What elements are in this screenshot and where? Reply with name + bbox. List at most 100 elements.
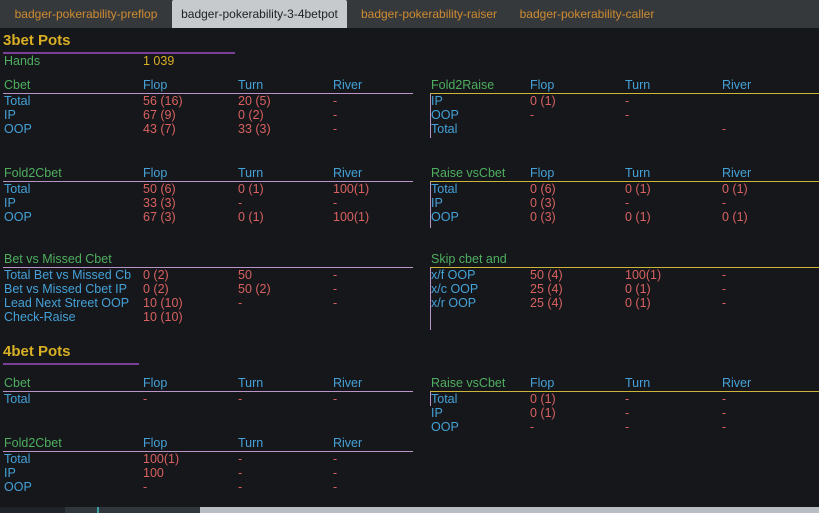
tab-badger-pokerability-caller[interactable]: badger-pokerability-caller	[511, 0, 663, 28]
stat-value: 0 (1)	[530, 406, 556, 420]
stat-value: -	[625, 196, 630, 210]
table-title: Skip cbet and	[431, 252, 507, 266]
stat-value: -	[143, 392, 148, 406]
stat-value: -	[238, 392, 243, 406]
stat-value: 0 (1)	[530, 392, 556, 406]
stat-value: 10 (10)	[143, 310, 183, 324]
stat-value: -	[238, 480, 243, 494]
stat-value: -	[333, 268, 338, 282]
row-label: x/c OOP	[431, 282, 479, 296]
row-label: IP	[431, 406, 443, 420]
stat-value: -	[625, 94, 630, 108]
stat-value: 56 (16)	[143, 94, 183, 108]
table-row: Total 50 (6) 0 (1) 100(1)	[3, 182, 413, 196]
column-header: River	[333, 436, 363, 450]
table-row: IP 0 (3) - -	[430, 196, 819, 210]
section-title-3bet-pots: 3bet Pots	[3, 32, 235, 54]
stat-value: 25 (4)	[530, 296, 563, 310]
section-title-4bet-pots: 4bet Pots	[3, 343, 139, 365]
stat-value: 67 (9)	[143, 108, 176, 122]
stat-value: -	[238, 296, 243, 310]
column-header: Turn	[625, 166, 651, 180]
table-header-row: Fold2Cbet Flop Turn River	[3, 436, 413, 452]
stat-value: -	[530, 108, 535, 122]
table-row: Total - - -	[3, 392, 413, 406]
stat-value: -	[333, 122, 338, 136]
column-header: Flop	[143, 436, 168, 450]
column-header: Turn	[238, 376, 264, 390]
table-left-border	[430, 182, 431, 228]
table-cbet-3bet: Cbet Flop Turn River Total 56 (16) 20 (5) - IP 67…	[3, 78, 413, 136]
stat-value: -	[722, 268, 727, 282]
scrollbar-thumb[interactable]	[200, 507, 819, 513]
stat-value: 50 (2)	[238, 282, 271, 296]
stat-value: -	[530, 420, 535, 434]
tab-badger-pokerability-preflop[interactable]: badger-pokerability-preflop	[0, 0, 172, 28]
table-row: Bet vs Missed Cbet IP 0 (2) 50 (2) -	[3, 282, 413, 296]
tab-badger-pokerability-3-4betpot[interactable]: badger-pokerability-3-4betpot	[172, 0, 347, 28]
table-row: OOP - - -	[3, 480, 413, 494]
table-row: IP 33 (3) - -	[3, 196, 413, 210]
table-left-border	[430, 392, 431, 406]
column-header: Flop	[143, 166, 168, 180]
table-header-row: Bet vs Missed Cbet	[3, 252, 413, 268]
stat-value: -	[333, 452, 338, 466]
stat-value: 0 (1)	[625, 282, 651, 296]
hands-label: Hands	[4, 54, 41, 68]
table-row: Lead Next Street OOP 10 (10) - -	[3, 296, 413, 310]
stat-value: -	[722, 196, 727, 210]
row-label: Total	[4, 392, 31, 406]
table-fold2cbet-3bet: Fold2Cbet Flop Turn River Total 50 (6) 0 (1) 10…	[3, 166, 413, 224]
row-label: Total	[4, 94, 31, 108]
row-label: OOP	[431, 420, 459, 434]
table-row: Check-Raise 10 (10)	[3, 310, 413, 324]
table-row: x/f OOP 50 (4) 100(1) -	[430, 268, 819, 282]
table-title: Fold2Raise	[431, 78, 495, 92]
table-header-row: Fold2Raise Flop Turn River	[430, 78, 819, 94]
table-row: IP 0 (1) -	[430, 94, 819, 108]
column-header: Turn	[238, 78, 264, 92]
table-row: IP 0 (1) - -	[430, 406, 819, 420]
table-title: Fold2Cbet	[4, 166, 62, 180]
table-raise-vscbet-4bet: Raise vsCbet Flop Turn River Total 0 (1) - - IP 0…	[430, 376, 819, 434]
table-title: Raise vsCbet	[431, 166, 506, 180]
column-header: Flop	[530, 376, 555, 390]
table-row: IP 100 - -	[3, 466, 413, 480]
row-label: OOP	[4, 210, 32, 224]
stat-value: 100(1)	[333, 182, 370, 196]
tab-badger-pokerability-raiser[interactable]: badger-pokerability-raiser	[347, 0, 511, 28]
table-left-border	[430, 268, 431, 330]
stat-value: -	[333, 108, 338, 122]
stat-value: -	[333, 296, 338, 310]
stat-value: -	[333, 392, 338, 406]
table-title: Fold2Cbet	[4, 436, 62, 450]
stat-value: -	[722, 282, 727, 296]
row-label: OOP	[431, 210, 459, 224]
table-row: OOP - - -	[430, 420, 819, 434]
column-header: Flop	[143, 78, 168, 92]
stat-value: 50 (6)	[143, 182, 176, 196]
row-label: IP	[431, 94, 443, 108]
stat-value: 25 (4)	[530, 282, 563, 296]
row-label: Total	[431, 182, 458, 196]
table-header-row: Skip cbet and	[430, 252, 819, 268]
stat-value: -	[333, 196, 338, 210]
stat-value: 100(1)	[625, 268, 662, 282]
row-label: Total Bet vs Missed Cb	[4, 268, 132, 282]
stat-value: 50 (4)	[530, 268, 563, 282]
stat-value: -	[333, 480, 338, 494]
stat-value: 67 (3)	[143, 210, 176, 224]
row-label: Lead Next Street OOP	[4, 296, 130, 310]
scrollbar-track	[65, 507, 200, 513]
row-label: IP	[4, 108, 16, 122]
hands-value: 1 039	[143, 54, 175, 68]
column-header: Flop	[143, 376, 168, 390]
stat-value: 0 (1)	[625, 296, 651, 310]
table-row: OOP 67 (3) 0 (1) 100(1)	[3, 210, 413, 224]
table-header-row: Raise vsCbet Flop Turn River	[430, 166, 819, 182]
stat-value: 50	[238, 268, 252, 282]
table-title: Cbet	[4, 376, 31, 390]
row-label: OOP	[431, 108, 459, 122]
stat-value: -	[722, 392, 727, 406]
stat-value: 0 (1)	[530, 94, 556, 108]
